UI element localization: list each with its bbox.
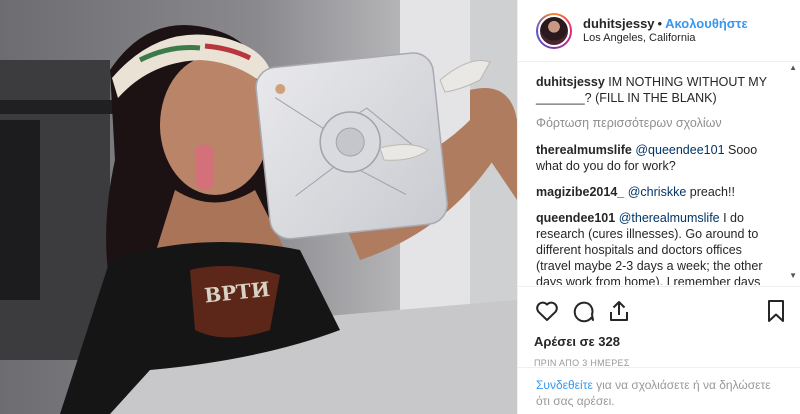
phone-case [255,52,448,240]
heart-icon[interactable] [534,298,560,324]
post-actions: Αρέσει σε 328 ΠΡΙΝ ΑΠΟ 3 ΗΜΕΡΕΣ [518,286,800,368]
header-text: duhitsjessy • Ακολουθήστε Los Angeles, Cal… [583,16,748,46]
action-icons [534,295,789,327]
separator-dot: • [657,15,663,31]
comments-list: duhitsjessy IM NOTHING WITHOUT MY ______… [518,62,800,285]
load-more-comments-button[interactable]: Φόρτωση περισσότερων σχολίων [536,116,779,130]
header-line: duhitsjessy • Ακολουθήστε [583,16,748,31]
avatar[interactable] [536,12,572,49]
header-username[interactable]: duhitsjessy [583,16,655,31]
comment-item: magizibe2014_ @chriskke preach!! [536,184,779,200]
post-sidebar: duhitsjessy • Ακολουθήστε Los Angeles, Cal… [517,0,800,414]
comment-mention[interactable]: @therealmumslife [619,211,720,225]
caption: duhitsjessy IM NOTHING WITHOUT MY ______… [536,74,779,106]
scroll-up-arrow-icon[interactable]: ▲ [789,64,797,72]
login-link[interactable]: Συνδεθείτε [536,378,593,392]
instagram-post-page: ВРТИ duhitsjessy • Ακολουθήστε Los Angel… [0,0,800,414]
likes-count[interactable]: Αρέσει σε 328 [534,334,789,349]
comment-text: preach!! [686,185,735,199]
share-icon[interactable] [606,298,632,324]
comment-mention[interactable]: @queendee101 [635,143,724,157]
comment-username[interactable]: magizibe2014_ [536,185,624,199]
caption-username[interactable]: duhitsjessy [536,75,605,89]
comment-username[interactable]: therealmumslife [536,143,632,157]
comment-item: queendee101 @therealmumslife I do resear… [536,210,779,285]
comment-mention[interactable]: @chriskke [628,185,687,199]
avatar-image [538,14,570,47]
login-prompt: Συνδεθείτε για να σχολιάσετε ή να δηλώσε… [518,367,800,414]
selfie-image: ВРТИ [0,0,517,414]
comment-icon[interactable] [570,298,596,324]
post-photo[interactable]: ВРТИ [0,0,517,414]
comment-item: therealmumslife @queendee101 Sooo what d… [536,142,779,174]
scroll-down-arrow-icon[interactable]: ▼ [789,272,797,280]
comment-username[interactable]: queendee101 [536,211,615,225]
post-header: duhitsjessy • Ακολουθήστε Los Angeles, Cal… [518,0,800,62]
bookmark-icon[interactable] [763,298,789,324]
follow-button[interactable]: Ακολουθήστε [665,16,748,31]
location-link[interactable]: Los Angeles, California [583,31,748,46]
